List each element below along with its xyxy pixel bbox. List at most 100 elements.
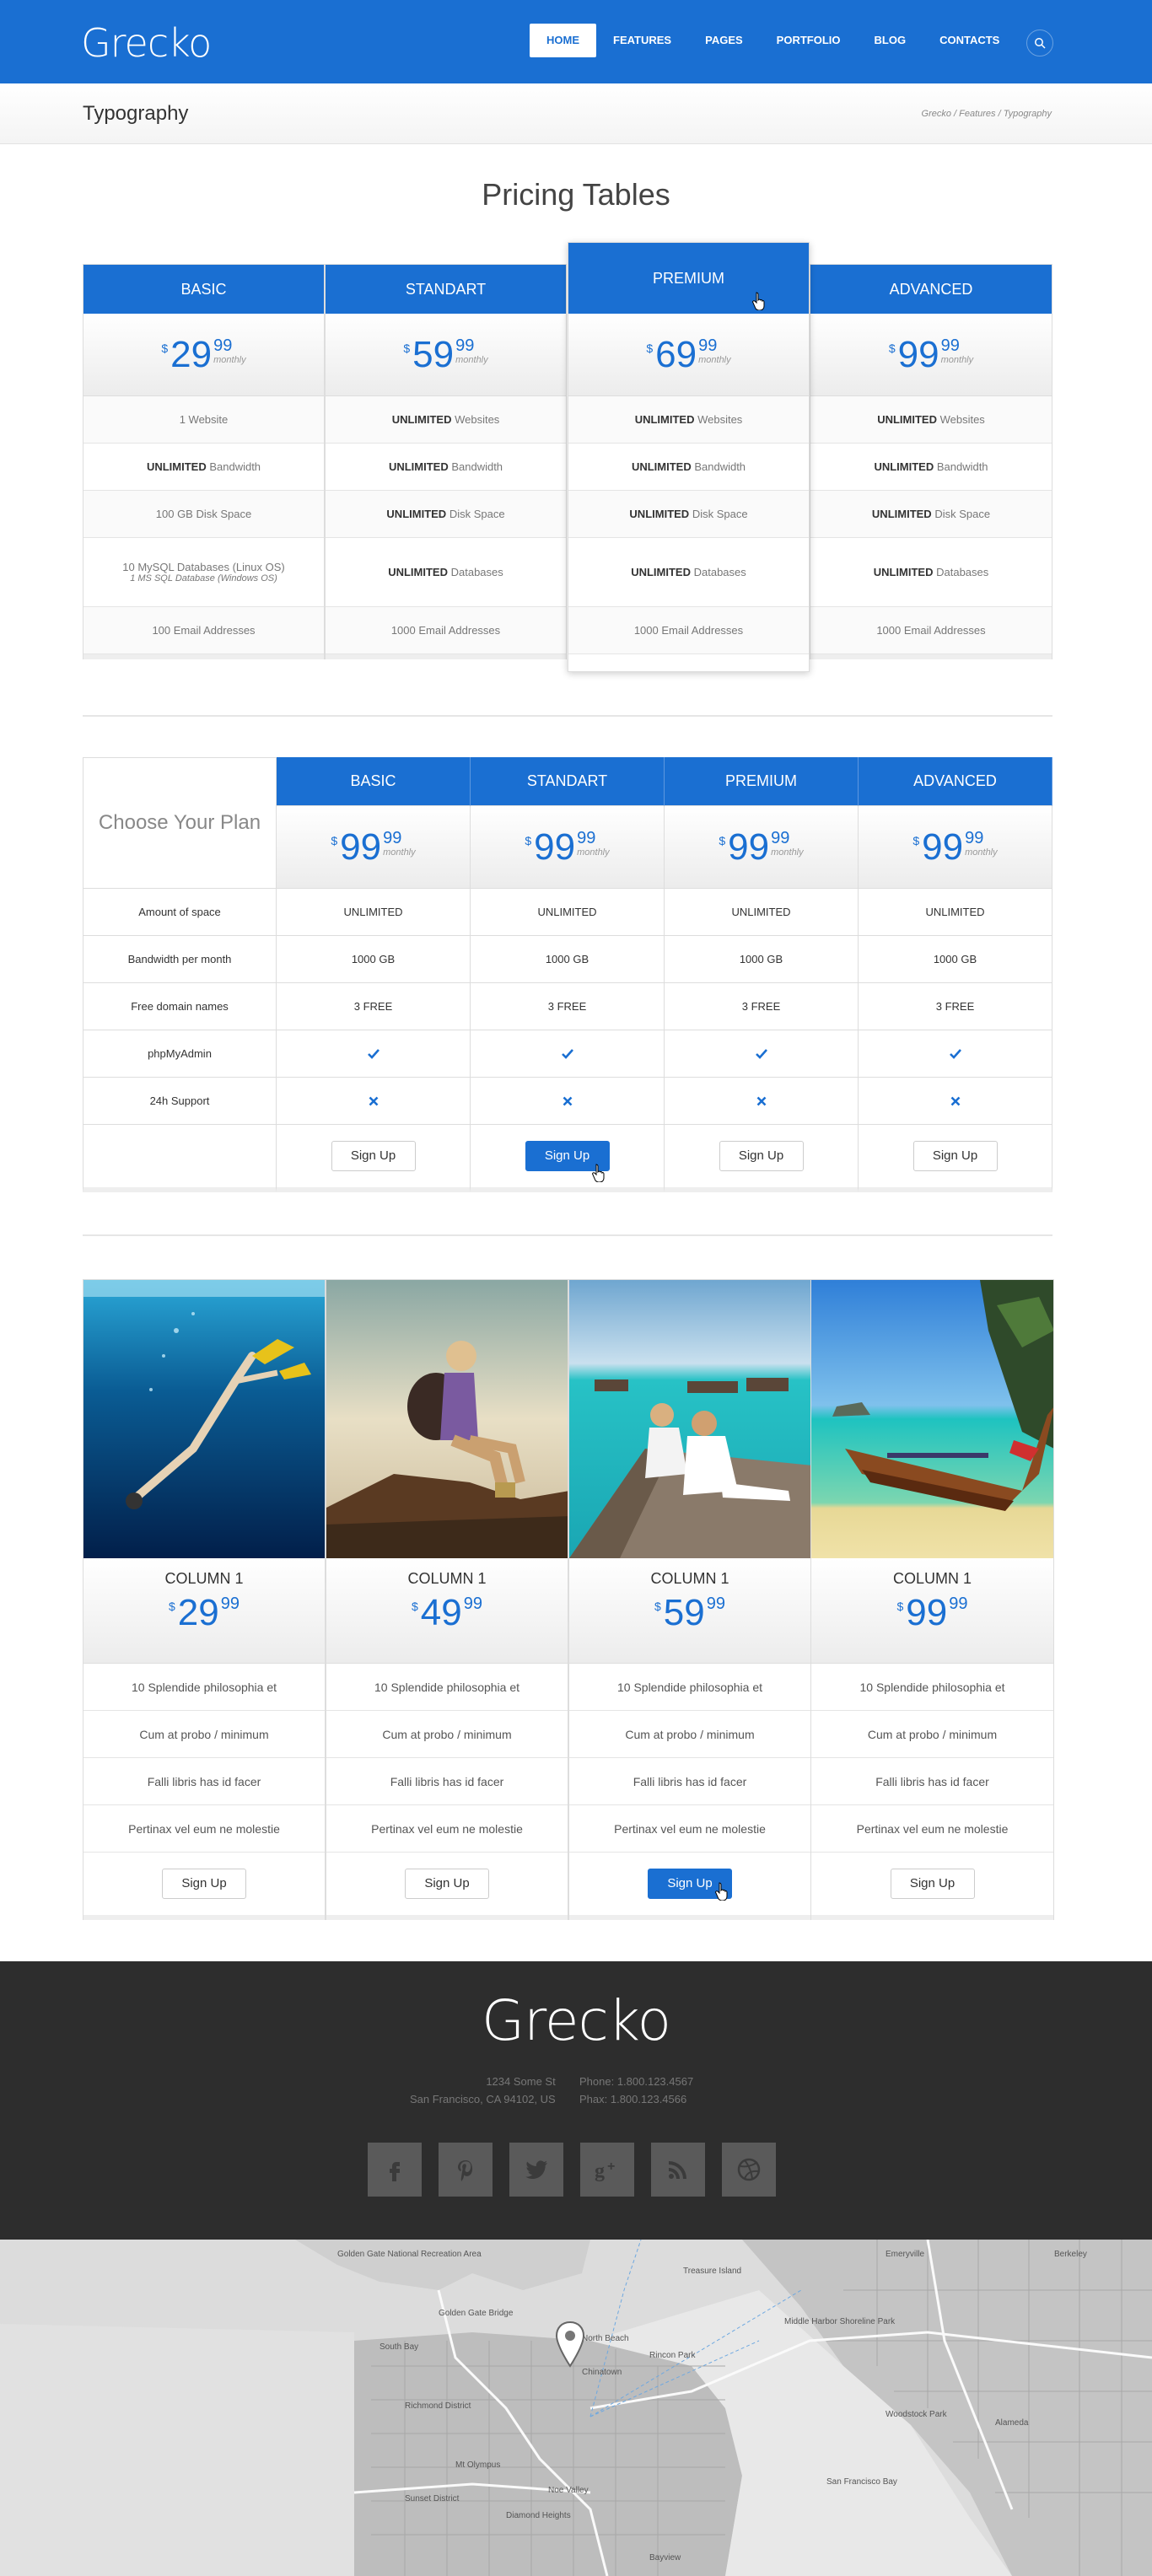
button-cell: Sign Up	[811, 1853, 1053, 1920]
feature-label: Bandwidth	[934, 460, 988, 473]
feature-highlight: UNLIMITED	[874, 460, 934, 473]
feature-cell: UNLIMITED Bandwidth	[83, 444, 324, 491]
price: $99 99 monthly	[331, 828, 415, 866]
sign-up-button[interactable]: Sign Up	[912, 1141, 998, 1171]
map-pin-icon[interactable]	[553, 2321, 587, 2371]
feature-cell: Pertinax vel eum ne molestie	[569, 1805, 810, 1853]
feature-cell: Cum at probo / minimum	[811, 1711, 1053, 1758]
map-label: Chinatown	[582, 2368, 622, 2377]
feature-text: UNLIMITED Websites	[392, 413, 500, 426]
plan-name[interactable]: ADVANCED	[810, 265, 1052, 314]
price-period: monthly	[965, 847, 998, 858]
feature-cell: 1 Website	[83, 396, 324, 444]
search-button[interactable]	[1026, 30, 1053, 56]
feature-highlight: UNLIMITED	[629, 508, 690, 520]
facebook-button[interactable]	[368, 2143, 422, 2197]
compare-plan-prices: $99 99 monthly $99 99 monthly $99 99 monthly $99 9…	[277, 806, 1052, 889]
feature-subtext: 1 MS SQL Database (Windows OS)	[130, 573, 277, 583]
plan-column-standart: STANDART $59 99 monthly UNLIMITED Websites UN…	[325, 264, 567, 659]
sign-up-button[interactable]: Sign Up	[719, 1141, 804, 1171]
price-cents: 99	[463, 1595, 482, 1613]
plan-name[interactable]: STANDART	[326, 265, 566, 314]
feature-highlight: UNLIMITED	[146, 460, 207, 473]
map-label: Woodstock Park	[886, 2410, 948, 2419]
feature-label: 10 MySQL Databases (Linux OS)	[122, 561, 285, 573]
plan-column-basic: BASIC $29 99 monthly 1 Website UNLIMITED Band…	[83, 264, 325, 659]
feature-cell: Falli libris has id facer	[811, 1758, 1053, 1805]
compare-cell: UNLIMITED	[277, 889, 471, 936]
nav-pages[interactable]: PAGES	[688, 24, 760, 57]
price-amount: 99	[728, 826, 770, 868]
sign-up-button[interactable]: Sign Up	[331, 1141, 416, 1171]
price-box: $59 99 monthly	[326, 314, 566, 396]
column-name: COLUMN 1	[407, 1570, 487, 1587]
compare-row: phpMyAdmin	[83, 1030, 1052, 1078]
google-plus-button[interactable]: g +	[580, 2143, 634, 2197]
plan-image	[569, 1280, 810, 1558]
sign-up-button[interactable]: Sign Up	[890, 1869, 975, 1899]
footer: Grecko 1234 Some St San Francisco, CA 94…	[0, 1961, 1152, 2240]
feature-cell: UNLIMITED Disk Space	[568, 491, 809, 538]
map-label: Rincon Park	[649, 2351, 696, 2360]
compare-cell	[665, 1030, 859, 1078]
feature-cell: 1000 Email Addresses	[326, 607, 566, 654]
nav-home[interactable]: HOME	[530, 24, 596, 57]
svg-text:+: +	[607, 2159, 615, 2174]
compare-cell: 1000 GB	[665, 936, 859, 983]
feature-text: UNLIMITED Databases	[388, 566, 503, 578]
price-amount: 59	[412, 333, 455, 375]
nav-blog[interactable]: BLOG	[858, 24, 923, 57]
price-cents: 99	[706, 1595, 725, 1613]
nav-portfolio[interactable]: PORTFOLIO	[760, 24, 858, 57]
feature-label: Databases	[933, 566, 989, 578]
price-cents: 99	[577, 828, 596, 847]
feature-cell: 100 Email Addresses	[83, 607, 324, 654]
logo[interactable]: Grecko	[81, 20, 212, 66]
nav-features[interactable]: FEATURES	[596, 24, 688, 57]
twitter-button[interactable]	[509, 2143, 563, 2197]
cross-icon	[563, 1096, 572, 1105]
price-currency: $	[896, 1600, 904, 1613]
location-map[interactable]: Golden Gate National Recreation Area Gol…	[0, 2240, 1152, 2576]
compare-plan-name[interactable]: BASIC	[277, 757, 471, 806]
sign-up-button[interactable]: Sign Up	[162, 1869, 246, 1899]
price-amount: 69	[655, 333, 697, 375]
compare-cell	[471, 1030, 665, 1078]
map-label: Treasure Island	[683, 2267, 741, 2276]
compare-price-box: $99 99 monthly	[665, 806, 859, 889]
plan-name[interactable]: PREMIUM	[568, 243, 809, 314]
plan-name[interactable]: BASIC	[83, 265, 324, 314]
dribbble-button[interactable]	[722, 2143, 776, 2197]
address-line: 1234 Some St	[486, 2075, 556, 2088]
compare-price-box: $99 99 monthly	[471, 806, 665, 889]
cross-icon	[369, 1096, 378, 1105]
sign-up-button[interactable]: Sign Up	[405, 1869, 489, 1899]
compare-plans-wrap: BASIC STANDART PREMIUM ADVANCED $99 99 monthly…	[277, 757, 1052, 889]
compare-plan-name[interactable]: STANDART	[471, 757, 665, 806]
feature-cell: UNLIMITED Websites	[810, 396, 1052, 444]
footer-phone: Phone: 1.800.123.4567 Phax: 1.800.123.45…	[579, 2073, 693, 2108]
price-period: monthly	[698, 354, 731, 365]
feature-highlight: UNLIMITED	[871, 508, 932, 520]
feature-label: Websites	[936, 413, 985, 426]
column-name: COLUMN 1	[892, 1570, 972, 1587]
feature-text: UNLIMITED Databases	[631, 566, 746, 578]
rss-button[interactable]	[651, 2143, 705, 2197]
cross-icon	[756, 1096, 766, 1105]
feature-label: 100 Email Addresses	[152, 624, 256, 637]
map-label: Richmond District	[405, 2401, 471, 2411]
feature-text: UNLIMITED Bandwidth	[147, 460, 261, 473]
feature-cell: UNLIMITED Databases	[568, 538, 809, 607]
row-label: Amount of space	[83, 889, 277, 936]
breadcrumb[interactable]: Grecko / Features / Typography	[922, 109, 1052, 119]
feature-cell: 1000 Email Addresses	[568, 607, 809, 654]
compare-plan-name[interactable]: PREMIUM	[665, 757, 859, 806]
pinterest-button[interactable]	[439, 2143, 493, 2197]
nav-contacts[interactable]: CONTACTS	[923, 24, 1016, 57]
price-amount: 49	[420, 1592, 462, 1633]
diver-photo	[83, 1280, 325, 1558]
cross-icon	[950, 1096, 960, 1105]
compare-plan-name[interactable]: ADVANCED	[859, 757, 1052, 806]
button-cell: Sign Up	[277, 1125, 471, 1192]
couple-photo	[569, 1280, 810, 1558]
